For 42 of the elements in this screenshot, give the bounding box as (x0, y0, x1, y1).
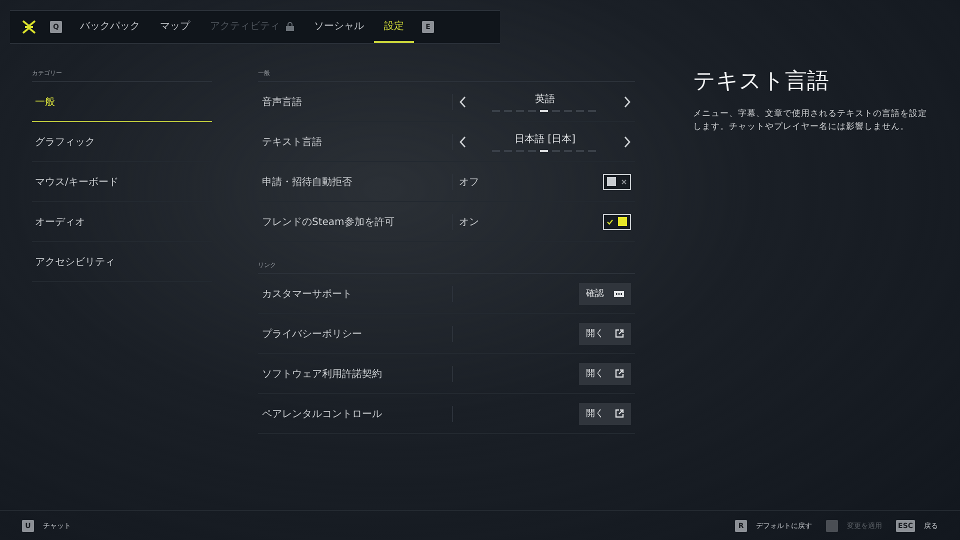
detail-description: メニュー、字幕、文章で使用されるテキストの言語を設定します。チャットやプレイヤー名には影響しません。 (693, 108, 928, 134)
setting-label: ペアレンタルコントロール (262, 408, 383, 420)
link-button[interactable]: 開く (579, 362, 631, 384)
setting-value: 日本語 [日本] (514, 132, 576, 146)
lock-icon (286, 22, 294, 30)
close-icon (621, 178, 627, 184)
category-item[interactable]: アクセシビリティ (32, 242, 212, 282)
key-cap (826, 520, 838, 532)
external-link-icon (615, 369, 624, 378)
category-item[interactable]: 一般 (32, 82, 212, 122)
category-item[interactable]: グラフィック (32, 122, 212, 162)
link-button[interactable]: 確認 (579, 282, 631, 304)
toggle-state: オン (459, 216, 480, 228)
chevron-right-icon[interactable] (623, 136, 631, 148)
setting-label: 申請・招待自動拒否 (262, 176, 353, 188)
chevron-right-icon[interactable] (623, 96, 631, 108)
chevron-left-icon[interactable] (459, 136, 467, 148)
check-icon (607, 218, 613, 224)
setting-label: ソフトウェア利用許諾契約 (262, 368, 383, 380)
toggle-state: オフ (459, 176, 480, 188)
link-button[interactable]: 開く (579, 402, 631, 424)
nav-tab[interactable]: マップ (150, 11, 200, 43)
nav-tab[interactable]: ソーシャル (304, 11, 374, 43)
category-item[interactable]: マウス/キーボード (32, 162, 212, 202)
setting-label: 音声言語 (262, 96, 303, 108)
chevron-left-icon[interactable] (459, 96, 467, 108)
external-link-icon (615, 329, 624, 338)
toggle-switch[interactable] (603, 174, 631, 190)
toggle-switch[interactable] (603, 214, 631, 230)
detail-title: テキスト言語 (693, 68, 830, 96)
external-link-icon (615, 409, 624, 418)
setting-label: カスタマーサポート (262, 288, 353, 300)
logo-icon (22, 20, 36, 34)
setting-value: 英語 (535, 92, 555, 106)
setting-label: テキスト言語 (262, 136, 323, 148)
nav-tab[interactable]: 設定 (374, 11, 414, 43)
link-button[interactable]: 開く (579, 322, 631, 344)
nav-tab[interactable]: バックパック (70, 11, 150, 43)
setting-label: プライバシーポリシー (262, 328, 363, 340)
chat-icon (614, 290, 624, 296)
category-item[interactable]: オーディオ (32, 202, 212, 242)
setting-label: フレンドのSteam参加を許可 (262, 216, 396, 228)
